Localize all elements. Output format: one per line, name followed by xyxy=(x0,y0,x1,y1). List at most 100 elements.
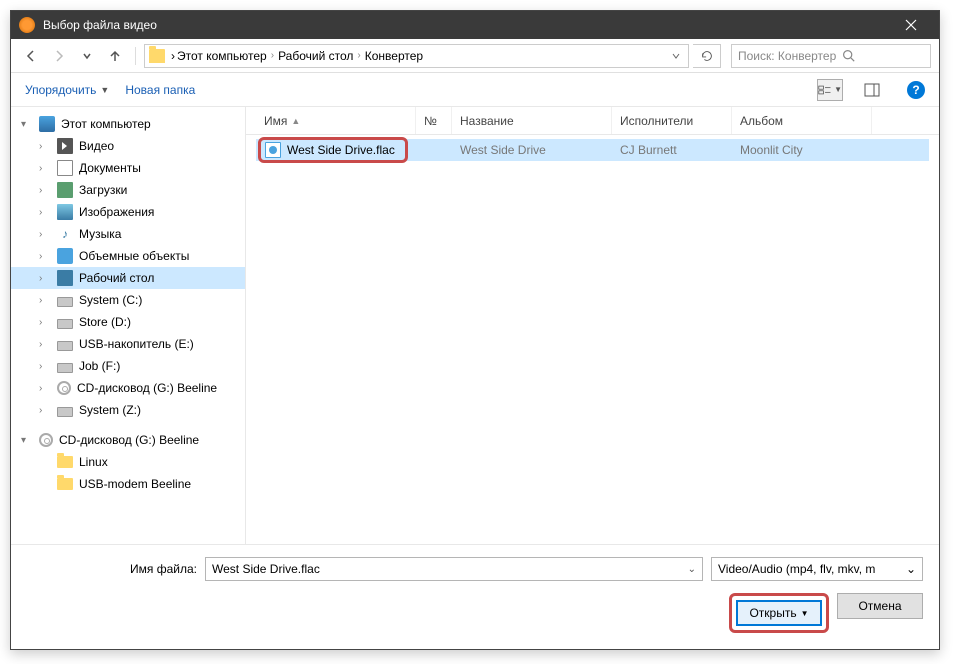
download-icon xyxy=(57,182,73,198)
3d-icon xyxy=(57,248,73,264)
expand-icon[interactable]: › xyxy=(39,185,51,196)
tree-item-cdgroup[interactable]: ▾ CD-дисковод (G:) Beeline xyxy=(11,429,245,451)
filename-input[interactable]: West Side Drive.flac⌄ xyxy=(205,557,703,581)
tree-label: USB-modem Beeline xyxy=(79,477,191,491)
tree-item[interactable]: › Загрузки xyxy=(11,179,245,201)
filename-label: Имя файла: xyxy=(27,562,197,576)
tree-label: CD-дисковод (G:) Beeline xyxy=(59,433,199,447)
tree-label: Видео xyxy=(79,139,114,153)
search-input[interactable]: Поиск: Конвертер xyxy=(731,44,931,68)
help-button[interactable]: ? xyxy=(907,81,925,99)
tree-label: System (C:) xyxy=(79,293,142,307)
back-button[interactable] xyxy=(19,44,43,68)
toolbar: Упорядочить▼ Новая папка ▼ ? xyxy=(11,73,939,107)
chevron-down-icon[interactable]: ⌄ xyxy=(906,562,916,576)
tree-item[interactable]: ›Документы xyxy=(11,157,245,179)
tree-label: CD-дисковод (G:) Beeline xyxy=(77,381,217,395)
tree-item[interactable]: › System (C:) xyxy=(11,289,245,311)
file-name: West Side Drive.flac xyxy=(287,143,395,157)
breadcrumb-item-desktop[interactable]: Рабочий стол› xyxy=(276,49,363,63)
breadcrumb-label: Этот компьютер xyxy=(177,49,267,63)
main-area: ▾Этот компьютер ›Видео›Документы›Загрузк… xyxy=(11,107,939,544)
tree-label: Linux xyxy=(79,455,108,469)
pc-icon xyxy=(39,116,55,132)
tree-label: Объемные объекты xyxy=(79,249,189,263)
tree-label: USB-накопитель (E:) xyxy=(79,337,194,351)
preview-pane-button[interactable] xyxy=(859,79,885,101)
col-label: Альбом xyxy=(740,114,783,128)
expand-icon[interactable]: › xyxy=(39,295,51,306)
tree-item[interactable]: › Job (F:) xyxy=(11,355,245,377)
expand-icon[interactable]: › xyxy=(39,163,51,174)
column-header-name[interactable]: Имя▲ xyxy=(256,107,416,134)
drive-icon xyxy=(57,341,73,351)
column-header-num[interactable]: № xyxy=(416,107,452,134)
expand-icon[interactable]: › xyxy=(39,317,51,328)
breadcrumb-dropdown[interactable] xyxy=(668,51,684,61)
column-header-title[interactable]: Название xyxy=(452,107,612,134)
cancel-label: Отмена xyxy=(858,599,901,613)
expand-icon[interactable]: › xyxy=(39,251,51,262)
column-header-artist[interactable]: Исполнители xyxy=(612,107,732,134)
recent-dropdown[interactable] xyxy=(75,44,99,68)
newfolder-label: Новая папка xyxy=(125,83,195,97)
expand-icon[interactable]: › xyxy=(39,405,51,416)
drive-icon xyxy=(57,407,73,417)
up-button[interactable] xyxy=(103,44,127,68)
tree-item[interactable]: ›Store (D:) xyxy=(11,311,245,333)
forward-button[interactable] xyxy=(47,44,71,68)
document-icon xyxy=(57,160,73,176)
view-mode-button[interactable]: ▼ xyxy=(817,79,843,101)
expand-icon[interactable]: ▾ xyxy=(21,435,33,446)
column-header-album[interactable]: Альбом xyxy=(732,107,872,134)
tree-item[interactable]: › Рабочий стол xyxy=(11,267,245,289)
folder-icon xyxy=(57,478,73,490)
tree-item[interactable]: USB-modem Beeline xyxy=(11,473,245,495)
folder-icon xyxy=(57,456,73,468)
tree-item[interactable]: ›♪Музыка xyxy=(11,223,245,245)
tree-item-thispc[interactable]: ▾ Этот компьютер xyxy=(11,113,245,135)
tree-item[interactable]: ›Изображения xyxy=(11,201,245,223)
expand-icon[interactable]: › xyxy=(39,229,51,240)
tree-item[interactable]: › USB-накопитель (E:) xyxy=(11,333,245,355)
search-icon xyxy=(842,49,855,62)
file-row[interactable]: West Side Drive.flacWest Side DriveCJ Bu… xyxy=(256,139,929,161)
tree-label: Рабочий стол xyxy=(79,271,154,285)
file-type-filter[interactable]: Video/Audio (mp4, flv, mkv, m⌄ xyxy=(711,557,923,581)
tree-item[interactable]: › CD-дисковод (G:) Beeline xyxy=(11,377,245,399)
expand-icon[interactable]: ▾ xyxy=(21,119,33,130)
button-row: Открыть ▼ Отмена xyxy=(27,593,923,633)
chevron-down-icon[interactable]: ⌄ xyxy=(688,564,696,575)
tree-item[interactable]: › Объемные объекты xyxy=(11,245,245,267)
cancel-button[interactable]: Отмена xyxy=(837,593,923,619)
col-label: № xyxy=(424,114,437,128)
tree-item[interactable]: Linux xyxy=(11,451,245,473)
expand-icon[interactable]: › xyxy=(39,207,51,218)
expand-icon[interactable]: › xyxy=(39,339,51,350)
tree-item[interactable]: › Видео xyxy=(11,135,245,157)
breadcrumb-item-converter[interactable]: Конвертер xyxy=(363,49,425,63)
expand-icon[interactable]: › xyxy=(39,141,51,152)
tree-label: Job (F:) xyxy=(79,359,120,373)
open-label: Открыть xyxy=(749,606,796,620)
expand-icon[interactable]: › xyxy=(39,273,51,284)
open-button[interactable]: Открыть ▼ xyxy=(736,600,822,626)
breadcrumb[interactable]: › Этот компьютер› Рабочий стол› Конверте… xyxy=(144,44,689,68)
tree-label: Загрузки xyxy=(79,183,127,197)
video-icon xyxy=(57,138,73,154)
file-artist: CJ Burnett xyxy=(612,143,732,157)
tree-item[interactable]: ›System (Z:) xyxy=(11,399,245,421)
breadcrumb-item-thispc[interactable]: Этот компьютер› xyxy=(175,49,276,63)
search-placeholder: Поиск: Конвертер xyxy=(738,49,836,63)
close-button[interactable] xyxy=(891,11,931,39)
refresh-button[interactable] xyxy=(693,44,721,68)
expand-icon[interactable]: › xyxy=(39,361,51,372)
tree-label: Этот компьютер xyxy=(61,117,151,131)
window-title: Выбор файла видео xyxy=(43,18,891,32)
organize-button[interactable]: Упорядочить▼ xyxy=(25,83,109,97)
col-label: Имя xyxy=(264,114,287,128)
newfolder-button[interactable]: Новая папка xyxy=(125,83,195,97)
split-dropdown-icon[interactable]: ▼ xyxy=(801,609,809,618)
nav-bar: › Этот компьютер› Рабочий стол› Конверте… xyxy=(11,39,939,73)
expand-icon[interactable]: › xyxy=(39,383,51,394)
